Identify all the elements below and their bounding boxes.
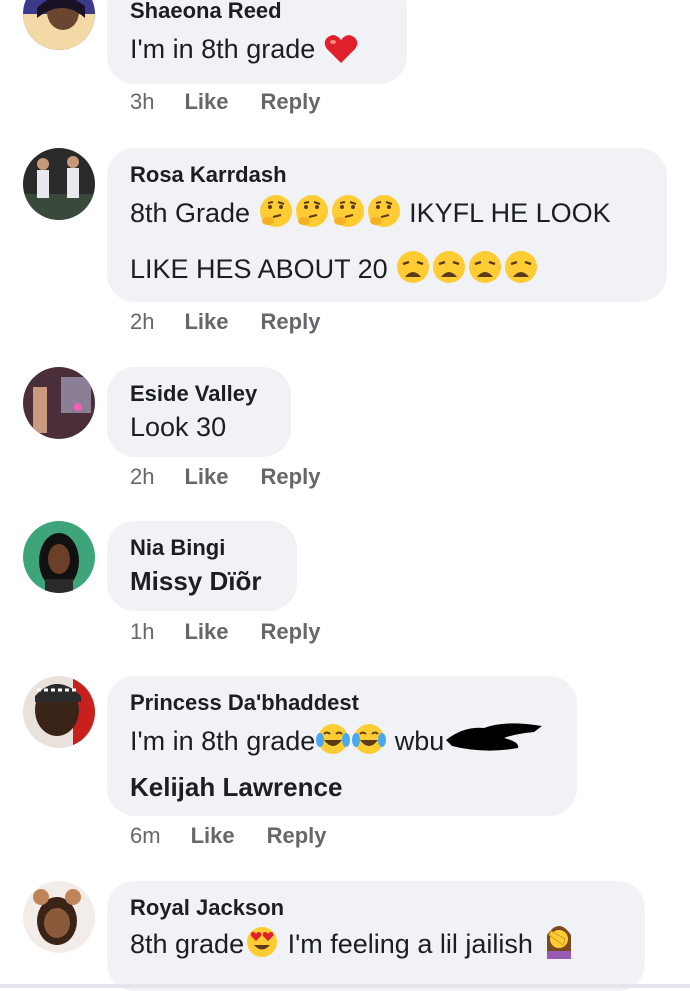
comment-text: 8th Grade IKYFL HE LOOK LIKE HES ABOUT 2…	[130, 188, 645, 300]
like-button[interactable]: Like	[191, 823, 235, 849]
comment-time: 3h	[130, 89, 155, 114]
comment-text-part: 8th grade	[130, 929, 245, 959]
avatar[interactable]	[23, 0, 95, 50]
tagged-user[interactable]: Kelijah Lawrence	[130, 770, 555, 804]
comment-author[interactable]: Shaeona Reed	[130, 0, 385, 24]
comment-bubble: Royal Jackson 8th grade I'm feeling a li…	[107, 881, 645, 991]
redaction-scribble	[444, 716, 548, 770]
reply-button[interactable]: Reply	[267, 823, 327, 849]
comment-text: Missy Dïõr	[130, 566, 262, 596]
like-button[interactable]: Like	[184, 619, 228, 645]
reply-button[interactable]: Reply	[261, 619, 321, 645]
comment-text-part: I'm in 8th grade	[130, 34, 316, 64]
comment-text-part: wbu	[394, 726, 445, 757]
comment-time: 2h	[130, 464, 155, 489]
tears-of-joy-icon	[316, 722, 351, 770]
comment-author[interactable]: Nia Bingi	[130, 535, 275, 561]
thinking-face-icon	[259, 194, 293, 244]
comment-meta: 1h Like Reply	[130, 619, 352, 645]
weary-face-icon	[432, 250, 466, 300]
weary-face-icon	[504, 250, 538, 300]
red-heart-icon	[324, 30, 358, 80]
like-button[interactable]: Like	[184, 309, 228, 335]
comment-time: 2h	[130, 309, 155, 334]
woman-facepalming-icon	[541, 921, 577, 973]
like-button[interactable]: Like	[184, 89, 228, 115]
comment-text-line: 8th Grade IKYFL HE LOOK	[130, 188, 645, 244]
comment-author[interactable]: Princess Da'bhaddest	[130, 690, 555, 716]
avatar[interactable]	[23, 521, 95, 593]
avatar[interactable]	[23, 881, 95, 953]
reply-button[interactable]: Reply	[261, 309, 321, 335]
comment-text: I'm in 8th grade	[130, 24, 385, 80]
weary-face-icon	[396, 250, 430, 300]
heart-eyes-icon	[245, 925, 279, 973]
comment-meta: 6m Like Reply	[130, 823, 359, 849]
comment-text-part: 8th Grade	[130, 198, 251, 228]
thinking-face-icon	[367, 194, 401, 244]
avatar[interactable]	[23, 367, 95, 439]
comment-meta: 2h Like Reply	[130, 464, 352, 490]
comment-text: 8th grade I'm feeling a lil jailish	[130, 921, 623, 973]
reply-button[interactable]: Reply	[261, 464, 321, 490]
comment-time: 6m	[130, 823, 161, 848]
reply-button[interactable]: Reply	[261, 89, 321, 115]
weary-face-icon	[468, 250, 502, 300]
comment-text-part: IKYFL HE LOOK	[409, 198, 611, 228]
comment-author[interactable]: Rosa Karrdash	[130, 162, 645, 188]
avatar[interactable]	[23, 676, 95, 748]
comment-bubble: Nia Bingi Missy Dïõr	[107, 521, 297, 611]
comment-author[interactable]: Royal Jackson	[130, 895, 623, 921]
comment-text: I'm in 8th grade wbu	[130, 716, 555, 770]
like-button[interactable]: Like	[184, 464, 228, 490]
comment-text-line: LIKE HES ABOUT 20	[130, 244, 645, 300]
avatar[interactable]	[23, 148, 95, 220]
comment-meta: 3h Like Reply	[130, 89, 352, 115]
divider	[0, 984, 690, 988]
comment-text-part: I'm feeling a lil jailish	[287, 929, 533, 959]
comment-meta: 2h Like Reply	[130, 309, 352, 335]
comment-text-part: I'm in 8th grade	[130, 726, 316, 757]
thinking-face-icon	[295, 194, 329, 244]
tears-of-joy-icon	[352, 722, 387, 770]
comment-bubble: Shaeona Reed I'm in 8th grade	[107, 0, 407, 84]
comment-text-part: LIKE HES ABOUT 20	[130, 254, 388, 284]
comment-bubble: Princess Da'bhaddest I'm in 8th grade wb…	[107, 676, 577, 816]
comment-bubble: Eside Valley Look 30	[107, 367, 291, 457]
comment-author[interactable]: Eside Valley	[130, 381, 269, 407]
thinking-face-icon	[331, 194, 365, 244]
comment-time: 1h	[130, 619, 155, 644]
comment-bubble: Rosa Karrdash 8th Grade IKYFL HE LOOK LI…	[107, 148, 667, 302]
comment-text: Look 30	[130, 412, 227, 442]
